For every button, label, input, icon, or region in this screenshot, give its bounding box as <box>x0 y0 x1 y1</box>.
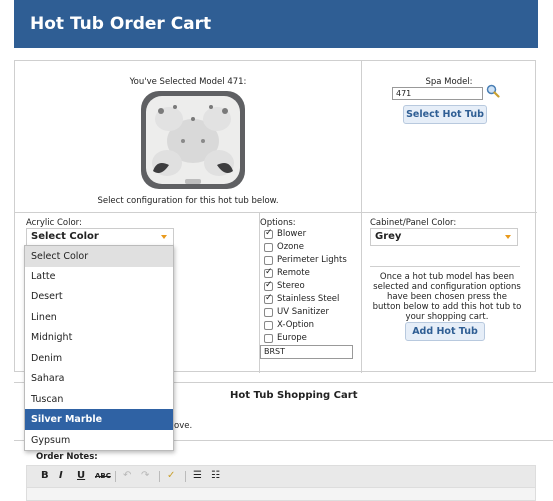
order-notes-label: Order Notes: <box>36 452 98 462</box>
bullet-list-icon[interactable]: ☰ <box>193 470 202 481</box>
spa-model-input[interactable]: 471 <box>392 87 483 100</box>
acrylic-color-select[interactable]: Select Color <box>26 228 174 246</box>
chevron-down-icon <box>505 235 511 239</box>
numbered-list-icon[interactable]: ☷ <box>211 470 220 481</box>
checkbox-checked[interactable] <box>264 280 273 291</box>
select-hot-tub-button[interactable]: Select Hot Tub <box>403 105 487 124</box>
checkbox-unchecked[interactable] <box>264 308 273 317</box>
toolbar-separator <box>115 471 116 482</box>
redo-icon[interactable]: ↷ <box>141 470 149 481</box>
options-text-input[interactable]: BRST <box>260 345 353 359</box>
toolbar-separator <box>185 471 186 482</box>
checkbox-unchecked[interactable] <box>264 334 273 343</box>
add-hot-tub-button[interactable]: Add Hot Tub <box>405 322 485 341</box>
dropdown-option[interactable]: Latte <box>25 266 173 287</box>
toolbar-separator <box>159 471 160 482</box>
options-label: Options: <box>260 218 296 228</box>
underline-icon[interactable]: U <box>77 470 85 481</box>
cabinet-color-value: Grey <box>375 231 402 242</box>
acrylic-color-label: Acrylic Color: <box>26 218 82 228</box>
checkbox-unchecked[interactable] <box>264 243 273 252</box>
search-icon[interactable] <box>486 84 500 98</box>
dropdown-option[interactable]: Denim <box>25 348 173 369</box>
spa-model-label: Spa Model: <box>425 77 473 87</box>
dropdown-option[interactable]: Gypsum <box>25 430 173 451</box>
configuration-note: Select configuration for this hot tub be… <box>97 196 279 206</box>
hot-tub-image <box>141 91 245 189</box>
undo-icon[interactable]: ↶ <box>123 470 131 481</box>
dropdown-option[interactable]: Linen <box>25 307 173 328</box>
acrylic-color-dropdown-menu: Select Color Latte Desert Linen Midnight… <box>24 245 174 451</box>
add-hot-tub-instructions: Once a hot tub model has been selected a… <box>372 272 522 322</box>
acrylic-color-value: Select Color <box>31 231 99 242</box>
chevron-down-icon <box>161 235 167 239</box>
editor-toolbar: B I U ABC ↶ ↷ ✓ ☰ ☷ <box>27 466 535 488</box>
spellcheck-icon[interactable]: ✓ <box>167 470 175 481</box>
dropdown-option[interactable]: Desert <box>25 286 173 307</box>
shopping-cart-title: Hot Tub Shopping Cart <box>230 390 358 401</box>
dropdown-option[interactable]: Tuscan <box>25 389 173 410</box>
cabinet-color-label: Cabinet/Panel Color: <box>370 218 457 228</box>
checkbox-checked[interactable] <box>264 228 273 239</box>
strikethrough-icon[interactable]: ABC <box>95 472 111 480</box>
cabinet-color-select[interactable]: Grey <box>370 228 518 246</box>
dropdown-option[interactable]: Sahara <box>25 368 173 389</box>
dropdown-option[interactable]: Midnight <box>25 327 173 348</box>
order-notes-editor[interactable]: B I U ABC ↶ ↷ ✓ ☰ ☷ <box>26 465 536 501</box>
divider <box>370 266 520 267</box>
divider <box>15 212 537 213</box>
bold-icon[interactable]: B <box>41 470 49 481</box>
checkbox-unchecked[interactable] <box>264 256 273 265</box>
shopping-cart-text: ove. <box>174 421 193 431</box>
dropdown-option[interactable]: Select Color <box>25 246 173 267</box>
divider <box>361 61 362 373</box>
checkbox-checked[interactable] <box>264 267 273 278</box>
page-header: Hot Tub Order Cart <box>14 0 538 48</box>
italic-icon[interactable]: I <box>59 470 63 481</box>
selected-model-label: You've Selected Model 471: <box>129 77 247 87</box>
page-title: Hot Tub Order Cart <box>30 14 212 34</box>
checkbox-checked[interactable] <box>264 293 273 304</box>
dropdown-option-highlighted[interactable]: Silver Marble <box>25 409 173 430</box>
checkbox-unchecked[interactable] <box>264 321 273 330</box>
